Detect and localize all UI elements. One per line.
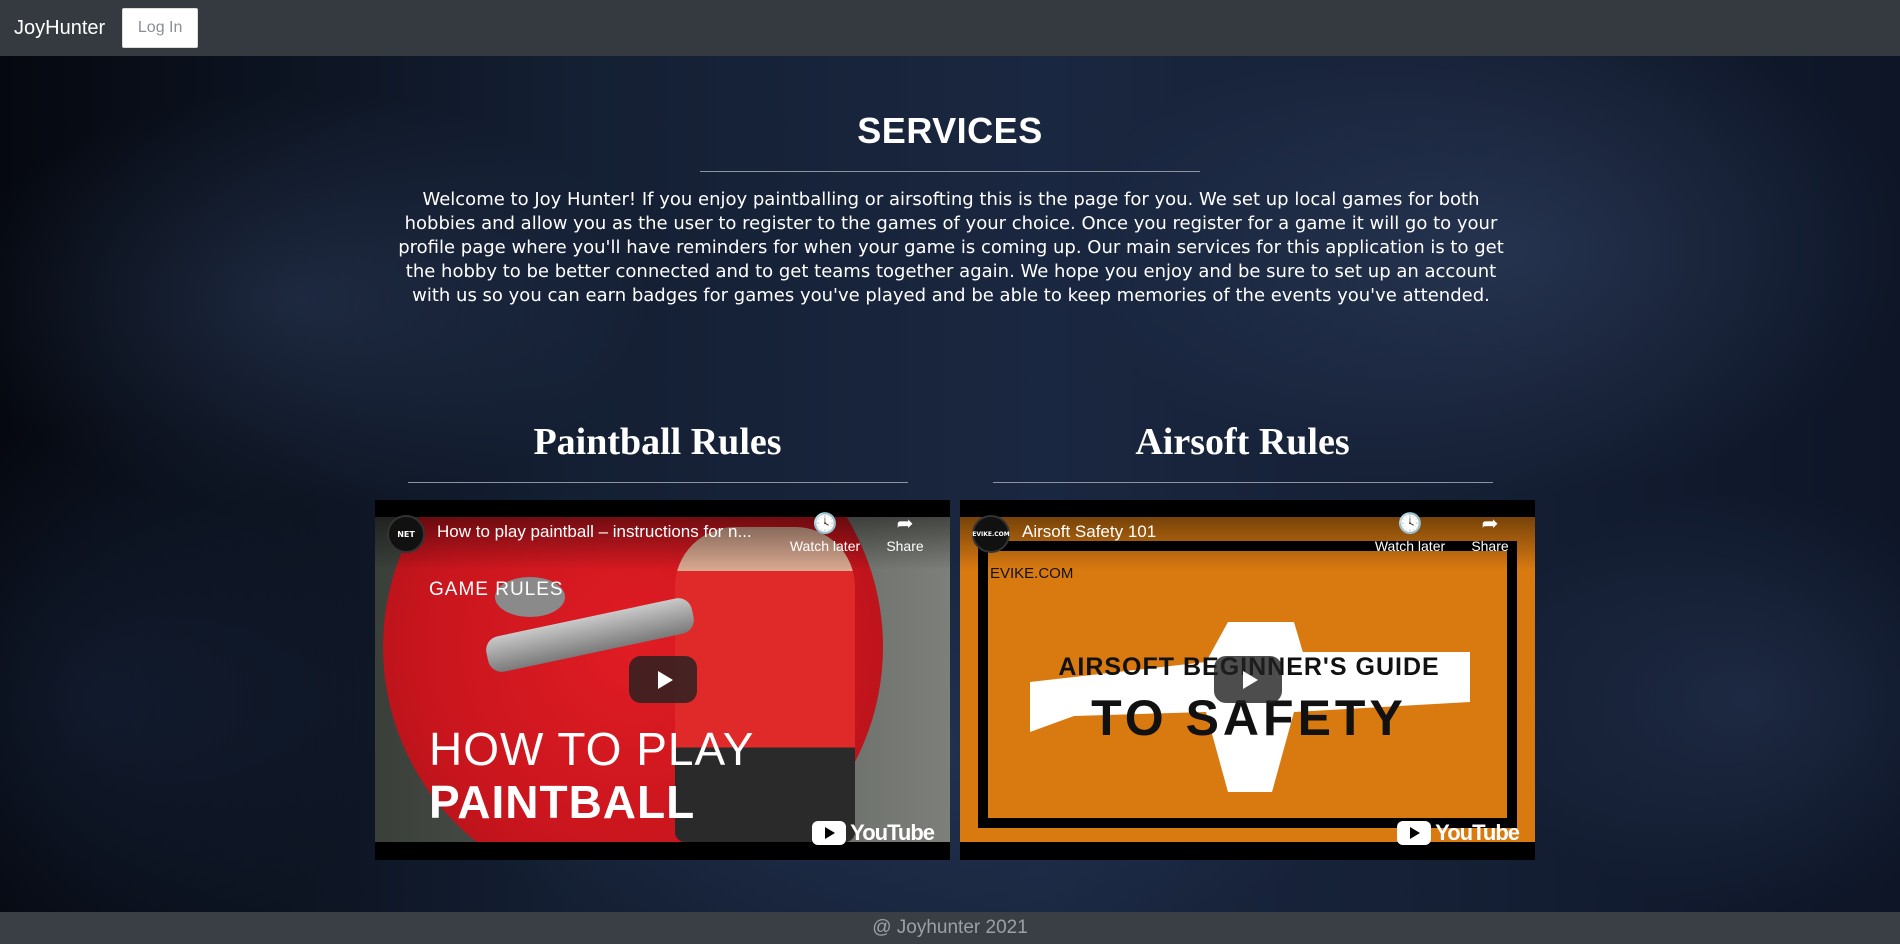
watch-later-button[interactable]: 🕓 Watch later (785, 512, 865, 554)
airsoft-rules-heading: Airsoft Rules (1135, 421, 1350, 463)
share-button[interactable]: ➦ Share (1450, 512, 1530, 554)
divider (993, 482, 1493, 483)
intro-text: Welcome to Joy Hunter! If you enjoy pain… (398, 189, 1504, 306)
youtube-icon (812, 821, 847, 845)
share-button[interactable]: ➦ Share (865, 512, 945, 554)
divider (408, 482, 908, 483)
share-label: Share (1471, 538, 1509, 554)
youtube-icon (1397, 821, 1432, 845)
youtube-label: YouTube (850, 820, 935, 845)
clock-icon: 🕓 (1397, 513, 1423, 535)
watch-later-label: Watch later (1374, 538, 1446, 554)
thumbnail-label: PAINTBALL (429, 776, 696, 828)
watch-later-button[interactable]: 🕓 Watch later (1370, 512, 1450, 554)
paintball-video-embed[interactable]: GAME RULES HOW TO PLAY PAINTBALL NET How… (375, 500, 950, 860)
youtube-logo-link[interactable]: YouTube (812, 820, 935, 846)
paintball-rules-heading: Paintball Rules (533, 421, 782, 463)
play-icon (657, 670, 673, 689)
page-title: SERVICES (857, 110, 1043, 151)
play-button[interactable] (1214, 656, 1282, 703)
watch-later-label: Watch later (789, 538, 861, 554)
youtube-label: YouTube (1435, 820, 1520, 845)
share-icon: ➦ (1481, 513, 1499, 535)
channel-avatar[interactable]: EVIKE.COM (972, 515, 1010, 553)
thumbnail-label: GAME RULES (429, 579, 564, 600)
clock-icon: 🕓 (812, 513, 838, 535)
divider (700, 171, 1200, 172)
share-label: Share (886, 538, 924, 554)
play-button[interactable] (629, 656, 697, 703)
brand-logo[interactable]: JoyHunter (14, 17, 105, 40)
footer: @ Joyhunter 2021 (0, 912, 1900, 944)
airsoft-video-embed[interactable]: EVIKE.COM AIRSOFT BEGINNER'S GUIDE TO SA… (960, 500, 1535, 860)
thumbnail-label: HOW TO PLAY (429, 723, 755, 775)
channel-avatar[interactable]: NET (387, 515, 425, 553)
youtube-logo-link[interactable]: YouTube (1397, 820, 1520, 846)
video-title-link[interactable]: How to play paintball – instructions for… (437, 522, 792, 542)
login-button[interactable]: Log In (122, 8, 199, 48)
video-title-link[interactable]: Airsoft Safety 101 (1022, 522, 1377, 542)
thumbnail-player (675, 527, 855, 842)
navbar: JoyHunter Log In (0, 0, 1900, 56)
play-icon (1242, 670, 1258, 689)
share-icon: ➦ (896, 513, 914, 535)
